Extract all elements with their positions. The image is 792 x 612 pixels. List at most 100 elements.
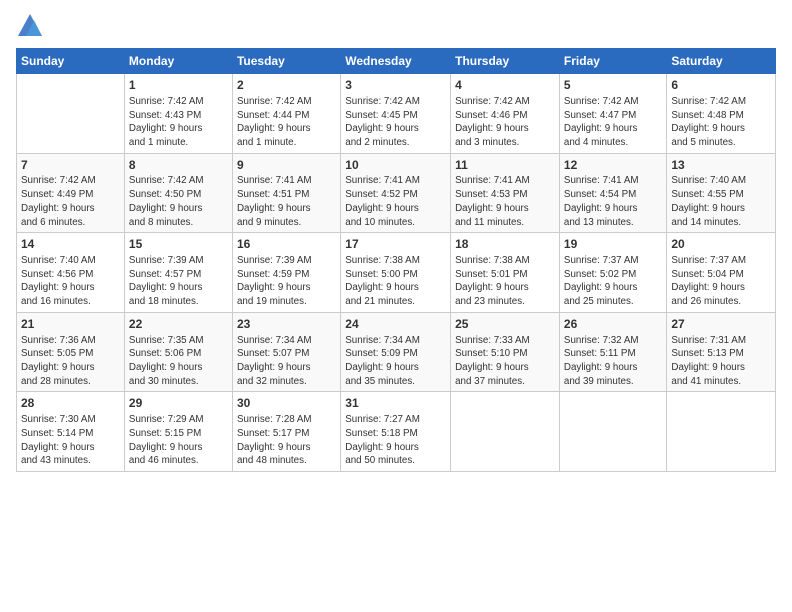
cell-text-line: Sunrise: 7:41 AM [345, 174, 446, 188]
cell-text-line: Sunrise: 7:42 AM [237, 95, 336, 109]
cell-5-1: 28Sunrise: 7:30 AMSunset: 5:14 PMDayligh… [17, 392, 125, 472]
day-number: 27 [671, 316, 771, 333]
page: SundayMondayTuesdayWednesdayThursdayFrid… [0, 0, 792, 612]
cell-text-line: and 1 minute. [237, 136, 336, 150]
cell-text-line: Sunset: 5:18 PM [345, 427, 446, 441]
cell-text-line: Sunrise: 7:35 AM [129, 334, 228, 348]
cell-text-line: Sunset: 5:11 PM [564, 347, 662, 361]
cell-text-line: Sunset: 5:05 PM [21, 347, 120, 361]
cell-text-line: Sunset: 4:48 PM [671, 109, 771, 123]
cell-text-line: Sunset: 4:55 PM [671, 188, 771, 202]
cell-text-line: and 14 minutes. [671, 216, 771, 230]
cell-2-7: 13Sunrise: 7:40 AMSunset: 4:55 PMDayligh… [667, 153, 776, 233]
cell-2-6: 12Sunrise: 7:41 AMSunset: 4:54 PMDayligh… [559, 153, 666, 233]
header [16, 12, 776, 40]
cell-text-line: Sunset: 5:09 PM [345, 347, 446, 361]
cell-1-5: 4Sunrise: 7:42 AMSunset: 4:46 PMDaylight… [451, 74, 560, 154]
cell-text-line: Sunrise: 7:30 AM [21, 413, 120, 427]
cell-text-line: Sunset: 4:51 PM [237, 188, 336, 202]
col-header-sunday: Sunday [17, 49, 125, 74]
day-number: 16 [237, 236, 336, 253]
cell-text-line: Daylight: 9 hours [671, 361, 771, 375]
cell-text-line: Sunset: 5:04 PM [671, 268, 771, 282]
day-number: 1 [129, 77, 228, 94]
cell-text-line: Sunset: 4:59 PM [237, 268, 336, 282]
cell-2-1: 7Sunrise: 7:42 AMSunset: 4:49 PMDaylight… [17, 153, 125, 233]
cell-text-line: Sunset: 4:57 PM [129, 268, 228, 282]
cell-text-line: Sunrise: 7:40 AM [671, 174, 771, 188]
cell-text-line: and 48 minutes. [237, 454, 336, 468]
day-number: 23 [237, 316, 336, 333]
cell-text-line: Daylight: 9 hours [671, 281, 771, 295]
cell-3-3: 16Sunrise: 7:39 AMSunset: 4:59 PMDayligh… [232, 233, 340, 313]
cell-text-line: Daylight: 9 hours [129, 122, 228, 136]
cell-5-3: 30Sunrise: 7:28 AMSunset: 5:17 PMDayligh… [232, 392, 340, 472]
cell-text-line: Sunset: 5:17 PM [237, 427, 336, 441]
cell-text-line: and 43 minutes. [21, 454, 120, 468]
day-number: 31 [345, 395, 446, 412]
cell-4-2: 22Sunrise: 7:35 AMSunset: 5:06 PMDayligh… [124, 312, 232, 392]
col-header-thursday: Thursday [451, 49, 560, 74]
cell-4-4: 24Sunrise: 7:34 AMSunset: 5:09 PMDayligh… [341, 312, 451, 392]
cell-text-line: Daylight: 9 hours [345, 441, 446, 455]
cell-text-line: and 9 minutes. [237, 216, 336, 230]
cell-text-line: and 16 minutes. [21, 295, 120, 309]
cell-text-line: Sunset: 5:01 PM [455, 268, 555, 282]
cell-text-line: Sunset: 5:02 PM [564, 268, 662, 282]
cell-text-line: Sunrise: 7:32 AM [564, 334, 662, 348]
cell-1-6: 5Sunrise: 7:42 AMSunset: 4:47 PMDaylight… [559, 74, 666, 154]
cell-text-line: Daylight: 9 hours [455, 361, 555, 375]
cell-text-line: Sunset: 4:44 PM [237, 109, 336, 123]
day-number: 26 [564, 316, 662, 333]
cell-text-line: Sunrise: 7:42 AM [129, 95, 228, 109]
cell-text-line: Daylight: 9 hours [345, 202, 446, 216]
cell-text-line: Sunset: 4:50 PM [129, 188, 228, 202]
day-number: 4 [455, 77, 555, 94]
cell-5-2: 29Sunrise: 7:29 AMSunset: 5:15 PMDayligh… [124, 392, 232, 472]
cell-text-line: Sunrise: 7:41 AM [564, 174, 662, 188]
cell-text-line: Daylight: 9 hours [129, 441, 228, 455]
week-row-3: 14Sunrise: 7:40 AMSunset: 4:56 PMDayligh… [17, 233, 776, 313]
cell-text-line: Daylight: 9 hours [237, 441, 336, 455]
cell-text-line: Daylight: 9 hours [455, 281, 555, 295]
day-number: 6 [671, 77, 771, 94]
week-row-4: 21Sunrise: 7:36 AMSunset: 5:05 PMDayligh… [17, 312, 776, 392]
day-number: 14 [21, 236, 120, 253]
cell-text-line: Sunset: 4:52 PM [345, 188, 446, 202]
cell-5-5 [451, 392, 560, 472]
cell-text-line: Daylight: 9 hours [671, 122, 771, 136]
cell-1-1 [17, 74, 125, 154]
cell-text-line: Sunrise: 7:38 AM [345, 254, 446, 268]
cell-text-line: and 10 minutes. [345, 216, 446, 230]
cell-4-5: 25Sunrise: 7:33 AMSunset: 5:10 PMDayligh… [451, 312, 560, 392]
cell-text-line: Daylight: 9 hours [671, 202, 771, 216]
cell-text-line: Daylight: 9 hours [345, 122, 446, 136]
cell-text-line: and 23 minutes. [455, 295, 555, 309]
day-number: 15 [129, 236, 228, 253]
cell-4-7: 27Sunrise: 7:31 AMSunset: 5:13 PMDayligh… [667, 312, 776, 392]
cell-text-line: Sunrise: 7:38 AM [455, 254, 555, 268]
col-header-wednesday: Wednesday [341, 49, 451, 74]
cell-text-line: Sunrise: 7:37 AM [564, 254, 662, 268]
cell-text-line: and 35 minutes. [345, 375, 446, 389]
cell-text-line: Sunrise: 7:31 AM [671, 334, 771, 348]
day-number: 5 [564, 77, 662, 94]
cell-text-line: Sunrise: 7:29 AM [129, 413, 228, 427]
week-row-1: 1Sunrise: 7:42 AMSunset: 4:43 PMDaylight… [17, 74, 776, 154]
cell-2-4: 10Sunrise: 7:41 AMSunset: 4:52 PMDayligh… [341, 153, 451, 233]
cell-text-line: and 28 minutes. [21, 375, 120, 389]
day-number: 17 [345, 236, 446, 253]
cell-text-line: Sunrise: 7:39 AM [237, 254, 336, 268]
day-number: 2 [237, 77, 336, 94]
cell-text-line: Daylight: 9 hours [455, 202, 555, 216]
cell-5-4: 31Sunrise: 7:27 AMSunset: 5:18 PMDayligh… [341, 392, 451, 472]
cell-1-2: 1Sunrise: 7:42 AMSunset: 4:43 PMDaylight… [124, 74, 232, 154]
cell-text-line: and 1 minute. [129, 136, 228, 150]
cell-text-line: Sunset: 5:13 PM [671, 347, 771, 361]
cell-text-line: Sunset: 5:14 PM [21, 427, 120, 441]
cell-text-line: Daylight: 9 hours [129, 202, 228, 216]
cell-text-line: Sunrise: 7:42 AM [455, 95, 555, 109]
cell-1-4: 3Sunrise: 7:42 AMSunset: 4:45 PMDaylight… [341, 74, 451, 154]
cell-4-1: 21Sunrise: 7:36 AMSunset: 5:05 PMDayligh… [17, 312, 125, 392]
day-number: 12 [564, 157, 662, 174]
